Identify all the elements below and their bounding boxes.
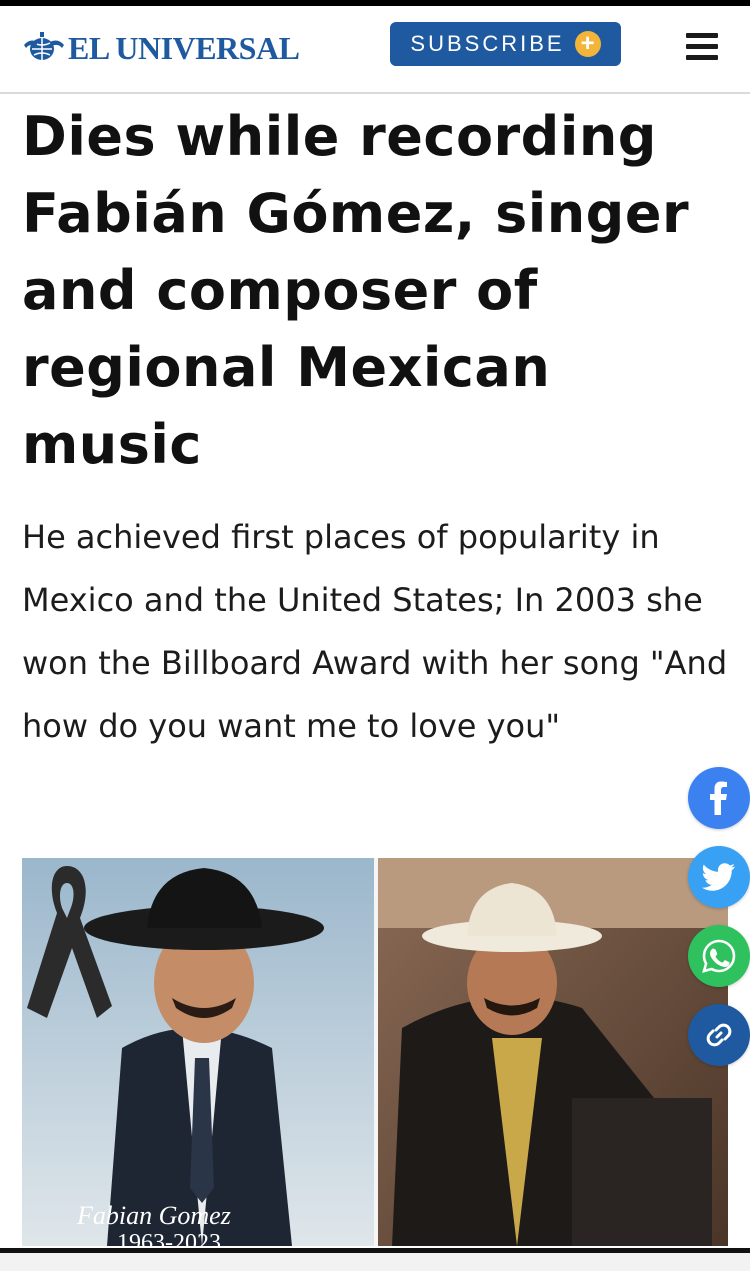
site-header: EL UNIVERSAL SUBSCRIBE +: [0, 6, 750, 94]
menu-line: [686, 33, 718, 38]
menu-line: [686, 44, 718, 49]
copy-link-button[interactable]: [688, 1004, 750, 1066]
photo-caption-years: 1963-2023: [117, 1230, 221, 1246]
site-logo[interactable]: EL UNIVERSAL: [22, 28, 300, 68]
globe-logo-icon: [24, 32, 64, 60]
bottom-strip: [0, 1253, 750, 1271]
article-photo[interactable]: Fabian Gomez 1963-2023: [22, 858, 728, 1246]
article-headline: Dies while recording Fabián Gómez, singe…: [22, 105, 690, 476]
facebook-share-button[interactable]: [688, 767, 750, 829]
facebook-icon: [710, 781, 727, 815]
whatsapp-icon: [702, 939, 736, 973]
logo-text: EL UNIVERSAL: [68, 29, 300, 66]
twitter-share-button[interactable]: [688, 846, 750, 908]
article-summary: He achieved first places of popularity i…: [22, 518, 728, 745]
subscribe-button[interactable]: SUBSCRIBE +: [390, 22, 621, 66]
menu-line: [686, 55, 718, 60]
link-icon: [706, 1023, 732, 1047]
photo-caption-name: Fabian Gomez: [76, 1201, 231, 1230]
plus-icon: +: [574, 31, 601, 57]
subscribe-label: SUBSCRIBE: [410, 31, 565, 56]
whatsapp-share-button[interactable]: [688, 925, 750, 987]
twitter-icon: [702, 863, 735, 891]
hamburger-menu-icon[interactable]: [686, 33, 718, 61]
photo-illustration: Fabian Gomez 1963-2023: [22, 858, 728, 1246]
